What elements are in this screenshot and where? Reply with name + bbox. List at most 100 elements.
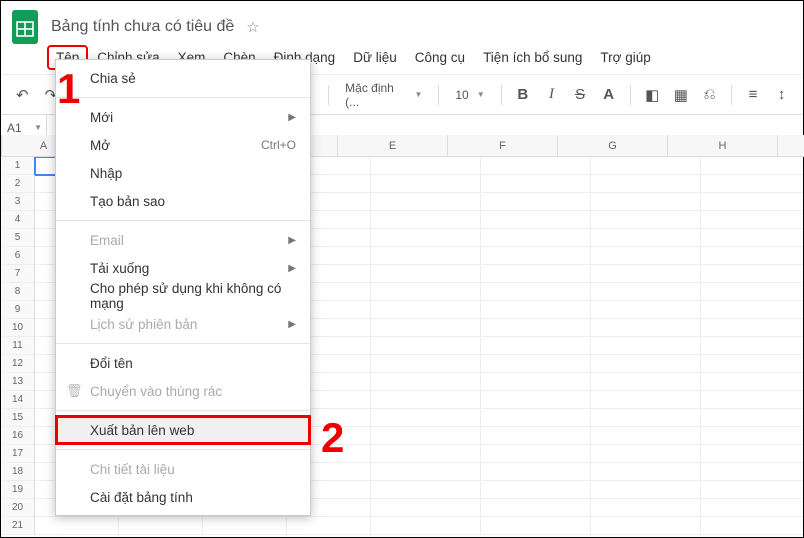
row-header[interactable]: 15 — [1, 409, 35, 427]
grid-cell[interactable] — [701, 283, 803, 301]
menu-item-new[interactable]: Mới▶ — [56, 103, 310, 131]
grid-cell[interactable] — [371, 373, 481, 391]
menu-tools[interactable]: Công cụ — [408, 47, 472, 68]
row-header[interactable]: 4 — [1, 211, 35, 229]
row-header[interactable]: 5 — [1, 229, 35, 247]
row-header[interactable]: 16 — [1, 427, 35, 445]
row-header[interactable]: 13 — [1, 373, 35, 391]
doc-title[interactable]: Bảng tính chưa có tiêu đề — [51, 18, 234, 36]
grid-cell[interactable] — [481, 355, 591, 373]
grid-cell[interactable] — [701, 463, 803, 481]
grid-cell[interactable] — [701, 499, 803, 517]
grid-cell[interactable] — [481, 193, 591, 211]
grid-cell[interactable] — [591, 157, 701, 175]
column-header[interactable]: E — [338, 135, 448, 157]
grid-cell[interactable] — [591, 355, 701, 373]
grid-cell[interactable] — [287, 517, 371, 535]
grid-cell[interactable] — [481, 499, 591, 517]
grid-cell[interactable] — [35, 517, 119, 535]
grid-cell[interactable] — [371, 481, 481, 499]
row-header[interactable]: 6 — [1, 247, 35, 265]
grid-cell[interactable] — [591, 337, 701, 355]
grid-cell[interactable] — [591, 247, 701, 265]
grid-cell[interactable] — [591, 229, 701, 247]
grid-cell[interactable] — [481, 463, 591, 481]
star-icon[interactable]: ☆ — [246, 18, 259, 36]
grid-cell[interactable] — [591, 175, 701, 193]
grid-cell[interactable] — [371, 193, 481, 211]
grid-cell[interactable] — [481, 391, 591, 409]
grid-cell[interactable] — [591, 391, 701, 409]
grid-cell[interactable] — [591, 373, 701, 391]
grid-cell[interactable] — [371, 229, 481, 247]
grid-cell[interactable] — [591, 211, 701, 229]
menu-item-share[interactable]: Chia sẻ — [56, 64, 310, 92]
grid-cell[interactable] — [481, 157, 591, 175]
row-header[interactable]: 1 — [1, 157, 35, 175]
row-header[interactable]: 21 — [1, 517, 35, 535]
row-header[interactable]: 19 — [1, 481, 35, 499]
font-select[interactable]: Mặc định (... ▼ — [339, 79, 428, 111]
grid-cell[interactable] — [591, 427, 701, 445]
grid-cell[interactable] — [591, 283, 701, 301]
row-header[interactable]: 8 — [1, 283, 35, 301]
grid-cell[interactable] — [481, 445, 591, 463]
grid-cell[interactable] — [371, 499, 481, 517]
grid-cell[interactable] — [371, 445, 481, 463]
menu-addons[interactable]: Tiện ích bổ sung — [476, 47, 589, 68]
grid-cell[interactable] — [481, 265, 591, 283]
grid-cell[interactable] — [701, 193, 803, 211]
menu-data[interactable]: Dữ liệu — [346, 47, 404, 68]
grid-cell[interactable] — [701, 247, 803, 265]
row-header[interactable]: 3 — [1, 193, 35, 211]
bold-button[interactable]: B — [512, 83, 535, 107]
menu-item-import[interactable]: Nhập — [56, 159, 310, 187]
row-header[interactable]: 11 — [1, 337, 35, 355]
grid-cell[interactable] — [701, 157, 803, 175]
strikethrough-button[interactable]: S — [569, 83, 592, 107]
row-header[interactable]: 9 — [1, 301, 35, 319]
grid-cell[interactable] — [371, 427, 481, 445]
column-header[interactable]: I — [778, 135, 804, 157]
column-header[interactable]: G — [558, 135, 668, 157]
grid-cell[interactable] — [481, 247, 591, 265]
borders-button[interactable]: ▦ — [670, 83, 693, 107]
row-header[interactable]: 18 — [1, 463, 35, 481]
horizontal-align-button[interactable]: ≡ — [742, 83, 765, 107]
grid-cell[interactable] — [591, 409, 701, 427]
grid-cell[interactable] — [371, 283, 481, 301]
grid-cell[interactable] — [371, 319, 481, 337]
grid-cell[interactable] — [371, 463, 481, 481]
grid-cell[interactable] — [591, 517, 701, 535]
row-header[interactable]: 17 — [1, 445, 35, 463]
menu-item-make-copy[interactable]: Tạo bản sao — [56, 187, 310, 215]
row-header[interactable]: 14 — [1, 391, 35, 409]
menu-help[interactable]: Trợ giúp — [593, 47, 657, 68]
grid-cell[interactable] — [591, 319, 701, 337]
grid-cell[interactable] — [481, 175, 591, 193]
grid-cell[interactable] — [481, 409, 591, 427]
grid-cell[interactable] — [481, 283, 591, 301]
grid-cell[interactable] — [591, 265, 701, 283]
font-size-select[interactable]: 10 ▼ — [449, 88, 490, 102]
row-header[interactable]: 12 — [1, 355, 35, 373]
menu-item-doc-details[interactable]: Chi tiết tài liệu — [56, 455, 310, 483]
grid-cell[interactable] — [371, 409, 481, 427]
grid-cell[interactable] — [481, 229, 591, 247]
grid-cell[interactable] — [481, 373, 591, 391]
menu-item-open[interactable]: MởCtrl+O — [56, 131, 310, 159]
row-header[interactable]: 7 — [1, 265, 35, 283]
menu-item-rename[interactable]: Đổi tên — [56, 349, 310, 377]
grid-cell[interactable] — [371, 301, 481, 319]
grid-cell[interactable] — [481, 427, 591, 445]
grid-cell[interactable] — [481, 301, 591, 319]
grid-cell[interactable] — [481, 211, 591, 229]
grid-cell[interactable] — [591, 193, 701, 211]
grid-cell[interactable] — [481, 319, 591, 337]
menu-item-download[interactable]: Tải xuống▶ — [56, 254, 310, 282]
text-color-button[interactable]: A — [597, 83, 620, 107]
grid-cell[interactable] — [371, 157, 481, 175]
grid-cell[interactable] — [591, 301, 701, 319]
grid-cell[interactable] — [701, 373, 803, 391]
grid-cell[interactable] — [371, 265, 481, 283]
